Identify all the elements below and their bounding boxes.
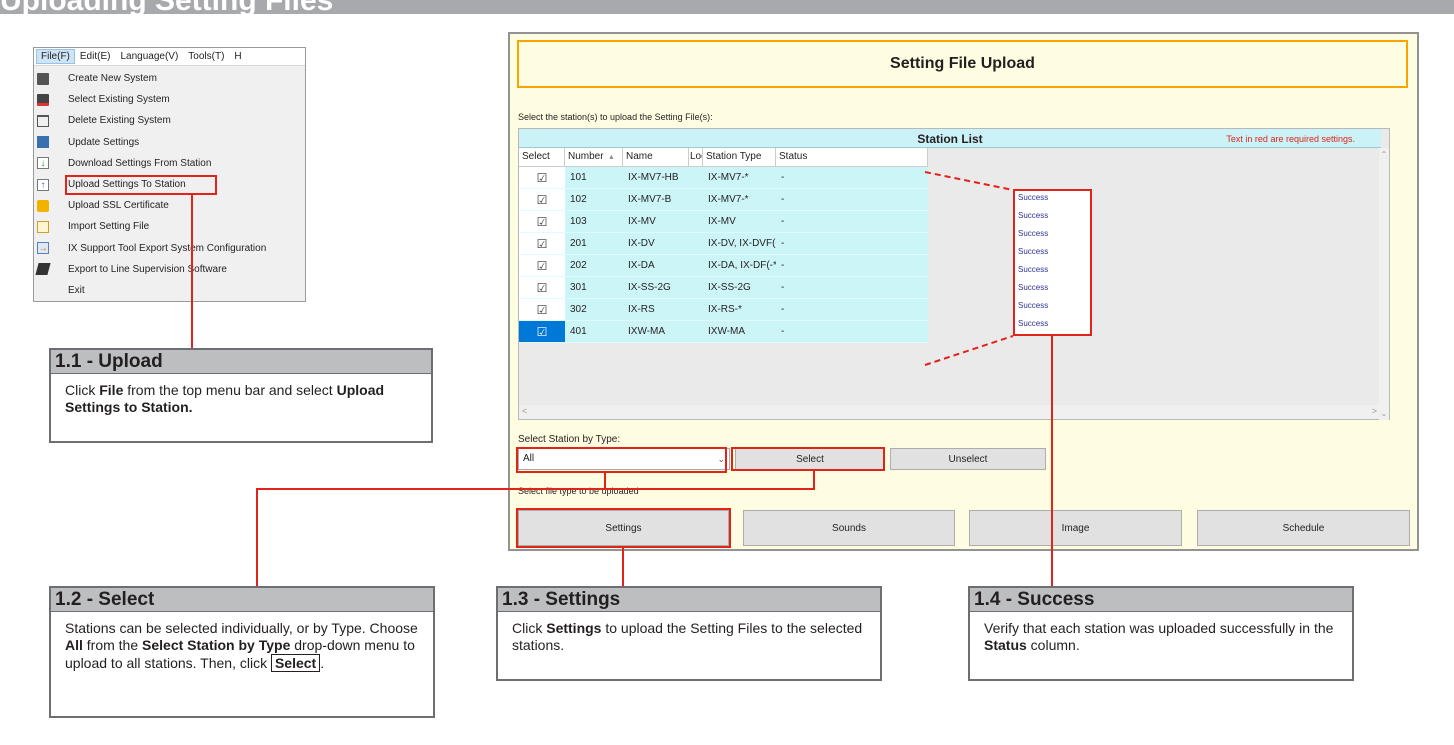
callout-body: Stations can be selected individually, o… <box>65 620 418 672</box>
callout-title: 1.1 - Upload <box>51 350 431 374</box>
callout-title: 1.2 - Select <box>51 588 433 612</box>
callout-body: Click Settings to upload the Setting Fil… <box>512 620 863 653</box>
callout-body: Click File from the top menu bar and sel… <box>65 382 385 415</box>
callout-success: 1.4 - Success Verify that each station w… <box>968 586 1354 681</box>
callout-select: 1.2 - Select Stations can be selected in… <box>49 586 435 718</box>
callout-title: 1.4 - Success <box>970 588 1352 612</box>
callout-body: Verify that each station was uploaded su… <box>984 620 1334 653</box>
callout-upload: 1.1 - Upload Click File from the top men… <box>49 348 433 443</box>
inline-select-button: Select <box>270 654 321 672</box>
callout-title: 1.3 - Settings <box>498 588 880 612</box>
callout-settings: 1.3 - Settings Click Settings to upload … <box>496 586 882 681</box>
